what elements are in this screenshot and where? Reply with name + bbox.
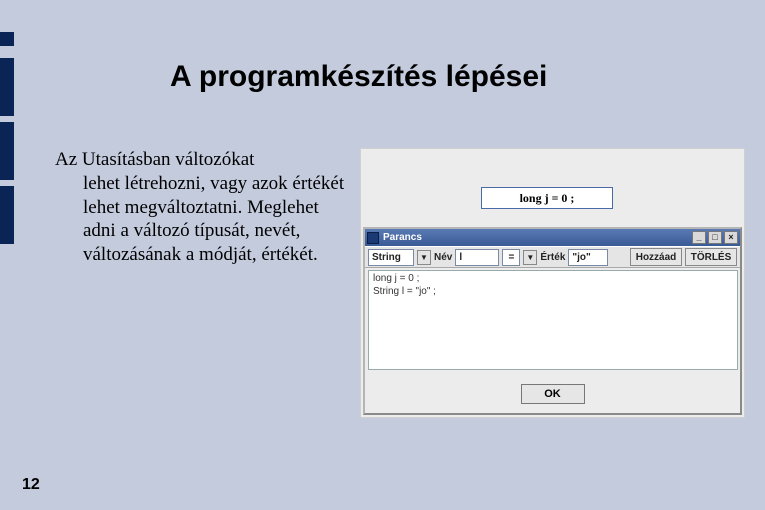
app-screenshot: long j = 0 ; Parancs _ □ × String ▼ Név … xyxy=(360,148,745,418)
name-value: l xyxy=(459,252,462,263)
type-value: String xyxy=(372,252,401,263)
value-label: Érték xyxy=(540,252,565,263)
toolbar: String ▼ Név l = ▼ Érték "jo" Hozzáad TÖ… xyxy=(365,246,740,268)
type-combo[interactable]: String xyxy=(368,249,414,266)
body-text: Az Utasításban változókat lehet létrehoz… xyxy=(55,148,345,267)
body-line1: Az Utasításban változókat xyxy=(55,149,254,170)
body-rest: lehet létrehozni, vagy azok értékét lehe… xyxy=(55,172,345,267)
slide: A programkészítés lépései Az Utasításban… xyxy=(0,0,765,510)
maximize-button[interactable]: □ xyxy=(708,231,722,244)
ok-button[interactable]: OK xyxy=(521,384,585,404)
minimize-button[interactable]: _ xyxy=(692,231,706,244)
value-value: "jo" xyxy=(572,252,590,263)
close-button[interactable]: × xyxy=(724,231,738,244)
operator-combo[interactable]: = xyxy=(502,249,520,266)
operator-value: = xyxy=(508,252,514,263)
page-number: 12 xyxy=(22,476,40,494)
editor-line: long j = 0 ; xyxy=(373,273,733,286)
dialog-footer: OK xyxy=(365,375,740,413)
operator-combo-arrow[interactable]: ▼ xyxy=(523,250,537,265)
window-icon xyxy=(367,232,379,244)
window-titlebar[interactable]: Parancs _ □ × xyxy=(365,229,740,246)
name-label: Név xyxy=(434,252,452,263)
top-accent-bar xyxy=(0,32,765,46)
page-title: A programkészítés lépései xyxy=(170,60,547,94)
code-editor[interactable]: long j = 0 ; String l = "jo" ; xyxy=(368,270,738,370)
code-preview-box: long j = 0 ; xyxy=(481,187,613,209)
name-input[interactable]: l xyxy=(455,249,499,266)
add-button[interactable]: Hozzáad xyxy=(630,248,682,266)
editor-line: String l = "jo" ; xyxy=(373,286,733,299)
left-accent-bars xyxy=(0,32,14,510)
parancs-window: Parancs _ □ × String ▼ Név l = ▼ xyxy=(363,227,742,415)
window-title-text: Parancs xyxy=(383,232,422,243)
delete-button[interactable]: TÖRLÉS xyxy=(685,248,737,266)
type-combo-arrow[interactable]: ▼ xyxy=(417,250,431,265)
value-input[interactable]: "jo" xyxy=(568,249,608,266)
